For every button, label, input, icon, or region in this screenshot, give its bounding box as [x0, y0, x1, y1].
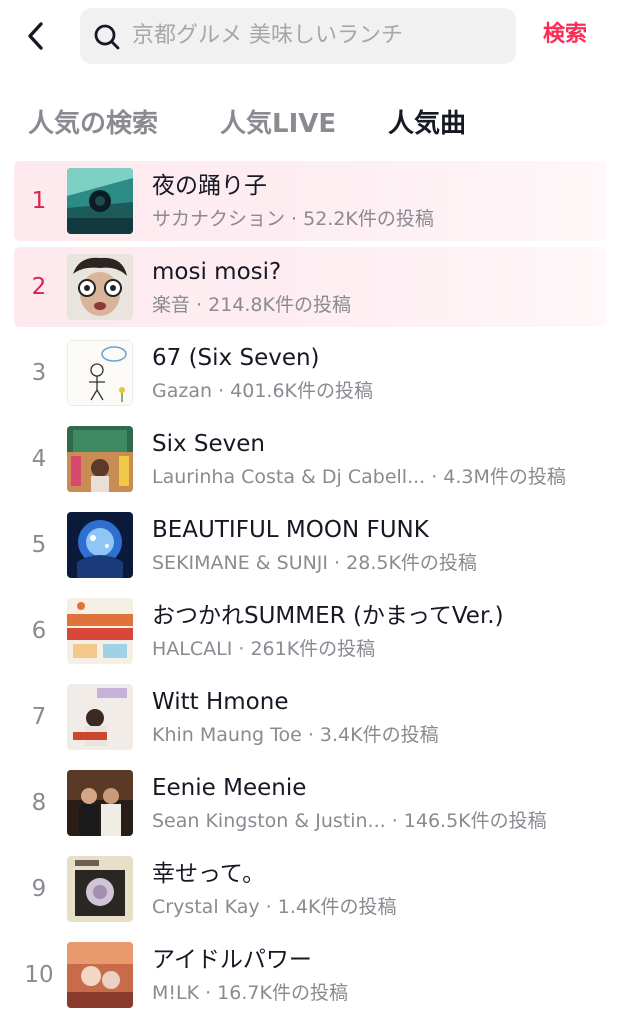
song-row[interactable]: 4 Six Seven Laurinha Costa & Dj Cabell..…: [14, 419, 606, 499]
album-cover: [67, 770, 133, 836]
song-title: 幸せって。: [152, 861, 266, 887]
song-row[interactable]: 2 mosi mosi? 楽音 · 214.8K件の投稿: [14, 247, 606, 327]
album-cover: [67, 684, 133, 750]
album-cover: [67, 168, 133, 234]
song-title: BEAUTIFUL MOON FUNK: [152, 517, 429, 543]
song-rank: 3: [31, 360, 47, 386]
song-rank: 2: [31, 274, 47, 300]
song-meta: HALCALI · 261K件の投稿: [152, 638, 376, 660]
song-rank: 5: [31, 532, 47, 558]
song-title: mosi mosi?: [152, 259, 282, 285]
song-meta: Sean Kingston & Justin... · 146.5K件の投稿: [152, 810, 547, 832]
song-rank: 4: [31, 446, 47, 472]
album-cover: [67, 942, 133, 1008]
song-meta: M!LK · 16.7K件の投稿: [152, 982, 348, 1004]
album-cover: [67, 512, 133, 578]
song-title: 67 (Six Seven): [152, 345, 320, 371]
song-meta: 楽音 · 214.8K件の投稿: [152, 294, 351, 316]
song-rank: 1: [31, 188, 47, 214]
search-header: 京都グルメ 美味しいランチ 検索: [0, 0, 619, 72]
song-row[interactable]: 1 夜の踊り子 サカナクション · 52.2K件の投稿: [14, 161, 606, 241]
album-cover: [67, 598, 133, 664]
song-meta: Laurinha Costa & Dj Cabell... · 4.3M件の投稿: [152, 466, 566, 488]
tab-popular-searches[interactable]: 人気の検索: [28, 106, 158, 142]
album-cover: [67, 340, 133, 406]
song-rank: 6: [31, 618, 47, 644]
album-cover: [67, 254, 133, 320]
song-row[interactable]: 3 67 (Six Seven) Gazan · 401.6K件の投稿: [14, 333, 606, 413]
back-button[interactable]: [22, 18, 52, 54]
tab-popular-live[interactable]: 人気LIVE: [220, 106, 336, 142]
song-meta: サカナクション · 52.2K件の投稿: [152, 208, 434, 230]
song-rank: 7: [31, 704, 47, 730]
song-meta: Gazan · 401.6K件の投稿: [152, 380, 373, 402]
search-button[interactable]: 検索: [543, 20, 587, 50]
song-row[interactable]: 6 おつかれSUMMER (かまってVer.) HALCALI · 261K件の…: [14, 591, 606, 671]
song-meta: Crystal Kay · 1.4K件の投稿: [152, 896, 397, 918]
song-meta: SEKIMANE & SUNJI · 28.5K件の投稿: [152, 552, 477, 574]
song-title: 夜の踊り子: [152, 173, 267, 199]
search-icon: [94, 24, 120, 50]
song-row[interactable]: 5 BEAUTIFUL MOON FUNK SEKIMANE & SUNJI ·…: [14, 505, 606, 585]
song-meta: Khin Maung Toe · 3.4K件の投稿: [152, 724, 439, 746]
song-row[interactable]: 10 アイドルパワー M!LK · 16.7K件の投稿: [14, 935, 606, 1015]
search-input[interactable]: 京都グルメ 美味しいランチ: [80, 8, 516, 64]
tab-bar: 人気の検索 人気LIVE 人気曲: [0, 100, 619, 152]
song-rank: 10: [24, 962, 54, 988]
chevron-left-icon: [28, 22, 43, 50]
song-rank: 9: [31, 876, 47, 902]
song-title: Six Seven: [152, 431, 266, 457]
search-placeholder: 京都グルメ 美味しいランチ: [132, 23, 403, 48]
song-row[interactable]: 9 幸せって。 Crystal Kay · 1.4K件の投稿: [14, 849, 606, 929]
song-title: Eenie Meenie: [152, 775, 307, 801]
song-rank: 8: [31, 790, 47, 816]
album-cover: [67, 856, 133, 922]
song-title: アイドルパワー: [152, 947, 312, 973]
song-title: Witt Hmone: [152, 689, 289, 715]
song-title: おつかれSUMMER (かまってVer.): [152, 603, 504, 629]
album-cover: [67, 426, 133, 492]
song-row[interactable]: 8 Eenie Meenie Sean Kingston & Justin...…: [14, 763, 606, 843]
song-row[interactable]: 7 Witt Hmone Khin Maung Toe · 3.4K件の投稿: [14, 677, 606, 757]
tab-popular-songs[interactable]: 人気曲: [388, 106, 466, 142]
